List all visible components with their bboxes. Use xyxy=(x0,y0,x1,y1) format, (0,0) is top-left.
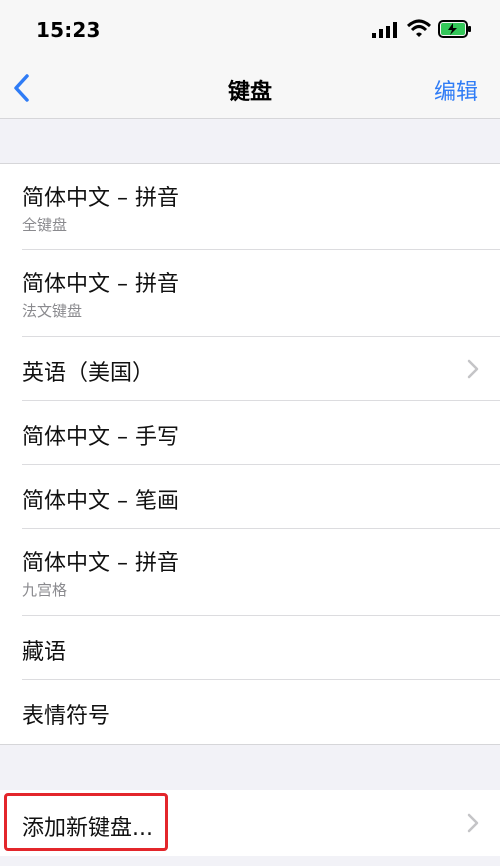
keyboard-title: 英语（美国） xyxy=(22,361,155,386)
highlight-annotation xyxy=(4,793,168,851)
list-bottom-divider xyxy=(0,744,500,745)
battery-charging-icon xyxy=(438,20,471,38)
keyboard-title: 简体中文 – 笔画 xyxy=(22,489,179,514)
top-bar: 15:23 键盘 编辑 xyxy=(0,0,500,118)
keyboard-subtitle: 全键盘 xyxy=(22,216,68,234)
keyboard-row-stroke[interactable]: 简体中文 – 笔画 xyxy=(0,465,500,529)
keyboard-title: 简体中文 – 拼音 xyxy=(22,272,179,297)
keyboard-row-pinyin-9key[interactable]: 简体中文 – 拼音 九宫格 xyxy=(0,529,500,616)
keyboard-row-pinyin-french[interactable]: 简体中文 – 拼音 法文键盘 xyxy=(0,250,500,337)
keyboard-row-handwriting[interactable]: 简体中文 – 手写 xyxy=(0,401,500,465)
edit-button[interactable]: 编辑 xyxy=(434,74,478,106)
keyboard-title: 藏语 xyxy=(22,640,67,665)
keyboard-settings-screen: 15:23 键盘 编辑 简体中文 – 拼音 全键盘 简体中文 – 拼音 法文键盘… xyxy=(0,0,500,866)
wifi-icon xyxy=(406,19,432,37)
keyboard-title: 简体中文 – 拼音 xyxy=(22,551,179,576)
keyboard-subtitle: 九宫格 xyxy=(22,581,68,599)
keyboard-list: 简体中文 – 拼音 全键盘 简体中文 – 拼音 法文键盘 英语（美国） 简体中文… xyxy=(0,164,500,744)
keyboard-row-english-us[interactable]: 英语（美国） xyxy=(0,337,500,401)
keyboard-row-pinyin-full[interactable]: 简体中文 – 拼音 全键盘 xyxy=(0,164,500,250)
keyboard-title: 表情符号 xyxy=(22,704,111,729)
status-icons xyxy=(372,18,472,42)
keyboard-title: 简体中文 – 拼音 xyxy=(22,186,179,211)
signal-icon xyxy=(372,22,397,38)
keyboard-subtitle: 法文键盘 xyxy=(22,302,83,320)
keyboard-row-emoji[interactable]: 表情符号 xyxy=(0,680,500,744)
nav-divider xyxy=(0,118,500,119)
chevron-right-icon xyxy=(467,813,479,833)
status-time: 15:23 xyxy=(36,18,101,42)
page-title: 键盘 xyxy=(227,80,272,105)
keyboard-title: 简体中文 – 手写 xyxy=(22,425,179,450)
keyboard-row-tibetan[interactable]: 藏语 xyxy=(0,616,500,680)
chevron-right-icon xyxy=(467,359,479,379)
